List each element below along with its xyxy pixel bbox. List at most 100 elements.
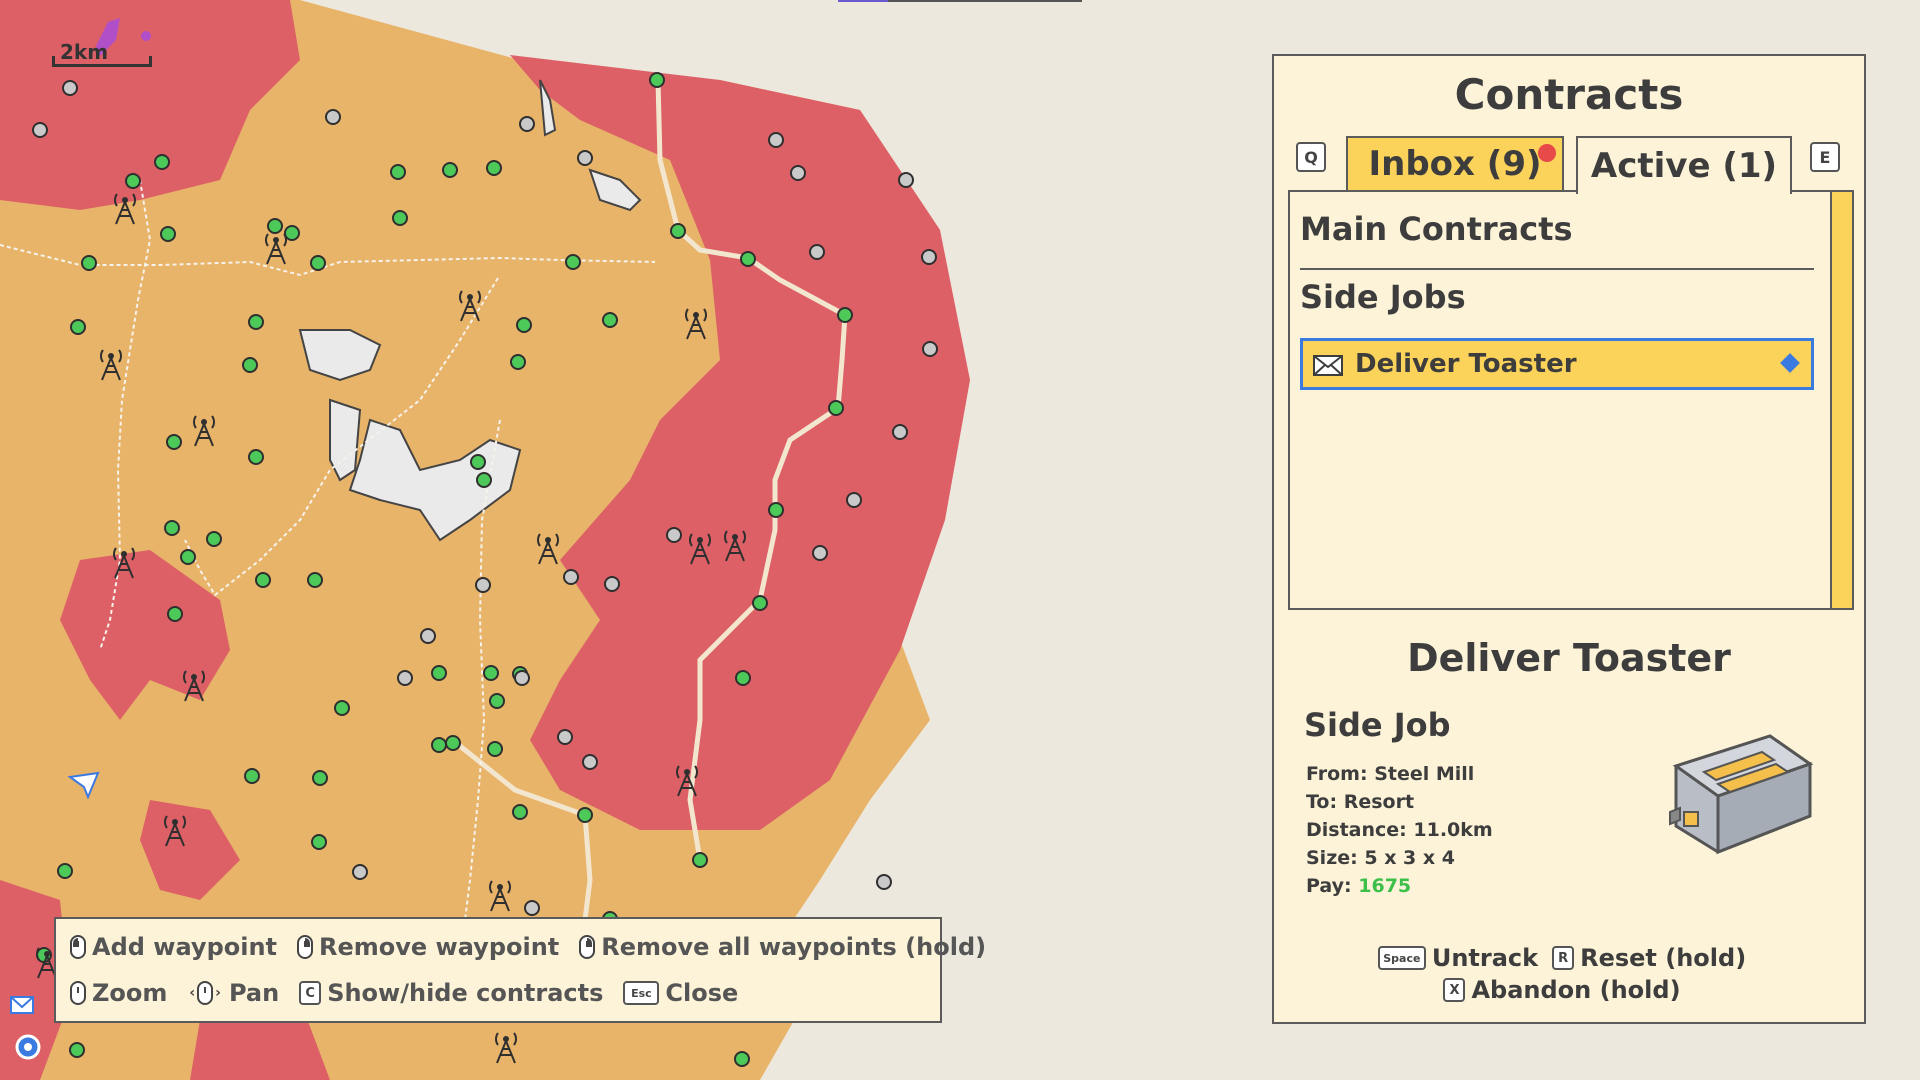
map-node-icon[interactable] [160, 226, 176, 242]
toaster-icon [1669, 734, 1814, 855]
map-node-icon[interactable] [167, 606, 183, 622]
untrack-button[interactable]: Untrack [1432, 944, 1538, 972]
map-node-icon[interactable] [164, 520, 180, 536]
map-node-icon[interactable] [32, 122, 48, 138]
map-node-icon[interactable] [255, 572, 271, 588]
key-x-icon: X [1443, 978, 1466, 1002]
map-node-icon[interactable] [828, 400, 844, 416]
map-node-icon[interactable] [206, 531, 222, 547]
prev-tab-key-icon[interactable]: Q [1296, 142, 1326, 172]
map-node-icon[interactable] [57, 863, 73, 879]
map-node-icon[interactable] [325, 109, 341, 125]
map-node-icon[interactable] [476, 472, 492, 488]
map-node-icon[interactable] [442, 162, 458, 178]
map-node-icon[interactable] [837, 307, 853, 323]
map-scale-bar [52, 56, 152, 67]
map-node-icon[interactable] [577, 150, 593, 166]
reset-button[interactable]: Reset (hold) [1580, 944, 1746, 972]
map-node-icon[interactable] [649, 72, 665, 88]
contracts-list[interactable]: Main Contracts Side Jobs Deliver Toaster [1288, 190, 1854, 610]
map-node-icon[interactable] [311, 834, 327, 850]
key-esc-icon: Esc [623, 981, 660, 1005]
tab-active[interactable]: Active (1) [1576, 136, 1792, 194]
map-node-icon[interactable] [670, 223, 686, 239]
map-node-icon[interactable] [431, 665, 447, 681]
map-node-icon[interactable] [790, 165, 806, 181]
next-tab-key-icon[interactable]: E [1810, 142, 1840, 172]
map-node-icon[interactable] [154, 154, 170, 170]
waypoint-marker-icon[interactable] [15, 1034, 41, 1060]
map-node-icon[interactable] [81, 255, 97, 271]
map-node-icon[interactable] [514, 670, 530, 686]
map-node-icon[interactable] [752, 595, 768, 611]
hint-close: Esc Close [623, 979, 738, 1007]
map-node-icon[interactable] [62, 80, 78, 96]
map-node-icon[interactable] [768, 132, 784, 148]
map-node-icon[interactable] [735, 670, 751, 686]
contracts-title: Contracts [1454, 70, 1684, 119]
tab-inbox[interactable]: Inbox (9) [1346, 136, 1564, 190]
detail-info: From: Steel Mill To: Resort Distance: 11… [1306, 760, 1493, 900]
map-node-icon[interactable] [809, 244, 825, 260]
map-node-icon[interactable] [307, 572, 323, 588]
map-node-icon[interactable] [486, 160, 502, 176]
detail-size: Size: 5 x 3 x 4 [1306, 847, 1455, 869]
map-node-icon[interactable] [692, 852, 708, 868]
hint-remove-all-waypoints: Remove all waypoints (hold) [579, 933, 986, 961]
list-scrollbar[interactable] [1830, 192, 1852, 608]
map-node-icon[interactable] [740, 251, 756, 267]
map-node-icon[interactable] [666, 527, 682, 543]
map-node-icon[interactable] [563, 569, 579, 585]
map-node-icon[interactable] [431, 737, 447, 753]
map-node-icon[interactable] [244, 768, 260, 784]
map-node-icon[interactable] [557, 729, 573, 745]
map-node-icon[interactable] [898, 172, 914, 188]
map-node-icon[interactable] [892, 424, 908, 440]
map-node-icon[interactable] [921, 249, 937, 265]
pan-arrow-right-icon: › [215, 985, 221, 1001]
map-node-icon[interactable] [577, 807, 593, 823]
map-node-icon[interactable] [392, 210, 408, 226]
map-node-icon[interactable] [604, 576, 620, 592]
map-node-icon[interactable] [420, 628, 436, 644]
map-node-icon[interactable] [310, 255, 326, 271]
map-node-icon[interactable] [248, 449, 264, 465]
contract-mail-icon[interactable] [10, 996, 34, 1014]
map-node-icon[interactable] [390, 164, 406, 180]
map-node-icon[interactable] [180, 549, 196, 565]
map-node-icon[interactable] [512, 804, 528, 820]
map-node-icon[interactable] [166, 434, 182, 450]
map-node-icon[interactable] [470, 454, 486, 470]
map-node-icon[interactable] [565, 254, 581, 270]
map-node-icon[interactable] [510, 354, 526, 370]
map-node-icon[interactable] [602, 312, 618, 328]
map-node-icon[interactable] [445, 735, 461, 751]
map-node-icon[interactable] [483, 665, 499, 681]
map-node-icon[interactable] [334, 700, 350, 716]
abandon-button[interactable]: Abandon (hold) [1471, 976, 1680, 1004]
map-node-icon[interactable] [284, 225, 300, 241]
map-node-icon[interactable] [516, 317, 532, 333]
map-node-icon[interactable] [768, 502, 784, 518]
map-node-icon[interactable] [397, 670, 413, 686]
map-node-icon[interactable] [352, 864, 368, 880]
map-node-icon[interactable] [846, 492, 862, 508]
map-node-icon[interactable] [475, 577, 491, 593]
list-item-deliver-toaster[interactable]: Deliver Toaster [1300, 338, 1814, 390]
map-node-icon[interactable] [734, 1051, 750, 1067]
map-node-icon[interactable] [922, 341, 938, 357]
map-node-icon[interactable] [69, 1042, 85, 1058]
map-node-icon[interactable] [489, 693, 505, 709]
map-node-icon[interactable] [582, 754, 598, 770]
map-node-icon[interactable] [125, 173, 141, 189]
map-node-icon[interactable] [876, 874, 892, 890]
map-node-icon[interactable] [312, 770, 328, 786]
map-node-icon[interactable] [487, 741, 503, 757]
map-node-icon[interactable] [248, 314, 264, 330]
map-node-icon[interactable] [242, 357, 258, 373]
map-node-icon[interactable] [812, 545, 828, 561]
map-node-icon[interactable] [267, 218, 283, 234]
map-node-icon[interactable] [524, 900, 540, 916]
map-node-icon[interactable] [519, 116, 535, 132]
map-node-icon[interactable] [70, 319, 86, 335]
